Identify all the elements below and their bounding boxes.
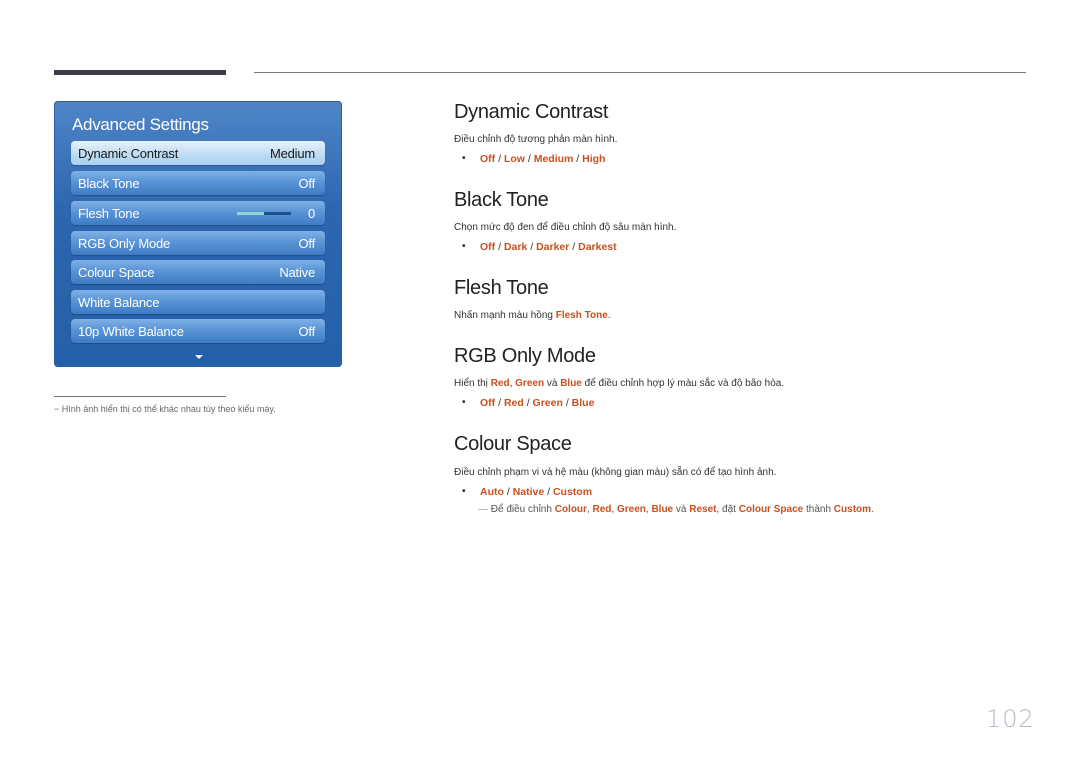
footnote: − Hình ảnh hiển thị có thể khác nhau tùy… (54, 404, 276, 414)
menu-title: Advanced Settings (72, 115, 209, 134)
footnote-rule (54, 396, 226, 397)
menu-item-label: White Balance (78, 295, 160, 310)
option: Red (503, 397, 524, 409)
section-colour-space: Colour Space Điều chỉnh phạm vi và hệ mà… (454, 433, 874, 515)
section-title: RGB Only Mode (454, 345, 596, 367)
bullet: • (462, 241, 466, 252)
menu-item-label: 10p White Balance (78, 324, 184, 339)
section-description: Điều chỉnh độ tương phản màn hình. (454, 134, 618, 145)
menu-item-value: 0 (307, 206, 315, 221)
bullet: • (462, 153, 466, 164)
menu-item-flesh-tone[interactable]: Flesh Tone 0 (71, 201, 325, 225)
menu-item-10p-white-balance[interactable]: 10p White Balance Off (71, 319, 325, 343)
menu-item-black-tone[interactable]: Black Tone Off (71, 171, 325, 195)
section-title: Black Tone (454, 189, 549, 211)
section-description: Hiển thị Red, Green và Blue để điều chỉn… (454, 378, 785, 389)
option: Off (480, 153, 496, 165)
menu-item-label: RGB Only Mode (78, 236, 171, 251)
option: Darker (536, 241, 570, 253)
menu-item-rgb-only-mode[interactable]: RGB Only Mode Off (71, 231, 325, 255)
section-title: Colour Space (454, 433, 572, 455)
option: Off (480, 397, 496, 409)
menu-item-label: Colour Space (78, 265, 155, 280)
option-list: • Auto / Native / Custom (462, 486, 593, 498)
option: Green (532, 397, 563, 409)
header-rule-thin (254, 72, 1026, 73)
option-list: • Off / Red / Green / Blue (462, 397, 595, 409)
option-list: • Off / Dark / Darker / Darkest (462, 241, 617, 253)
section-title: Flesh Tone (454, 277, 549, 299)
header-rule-thick (54, 70, 226, 75)
menu-item-value: Medium (269, 146, 315, 161)
slider-fill (237, 212, 264, 215)
menu-item-value: Native (279, 265, 315, 280)
option-list: • Off / Low / Medium / High (462, 153, 606, 165)
section-description: Điều chỉnh phạm vi và hệ màu (không gian… (454, 467, 777, 478)
section-black-tone: Black Tone Chọn mức độ đen để điều chỉnh… (454, 189, 676, 253)
section-description: Chọn mức độ đen để điều chỉnh độ sâu màn… (454, 222, 677, 233)
option: Low (503, 153, 525, 165)
colour-space-note: ― Để điều chỉnh Colour, Red, Green, Blue… (478, 504, 874, 515)
menu-item-value: Off (298, 236, 315, 251)
menu-item-white-balance[interactable]: White Balance (71, 290, 325, 314)
advanced-settings-menu: Advanced Settings Dynamic Contrast Mediu… (54, 101, 342, 367)
option: Custom (552, 486, 593, 498)
option: Native (512, 486, 545, 498)
menu-item-label: Black Tone (78, 176, 140, 191)
option: High (582, 153, 606, 165)
menu-item-value: Off (298, 176, 315, 191)
bullet: • (462, 397, 466, 408)
bullet: • (462, 486, 466, 497)
option: Dark (503, 241, 528, 253)
page-number: 102 (986, 705, 1035, 733)
section-rgb-only-mode: RGB Only Mode Hiển thị Red, Green và Blu… (454, 345, 784, 409)
option: Medium (533, 153, 574, 165)
section-title: Dynamic Contrast (454, 101, 609, 123)
menu-item-value: Off (298, 324, 315, 339)
option: Auto (480, 486, 504, 498)
menu-item-label: Flesh Tone (78, 206, 140, 221)
section-flesh-tone: Flesh Tone Nhấn mạnh màu hồng Flesh Tone… (454, 277, 611, 321)
menu-item-dynamic-contrast[interactable]: Dynamic Contrast Medium (71, 141, 325, 165)
menu-item-label: Dynamic Contrast (78, 146, 179, 161)
flesh-tone-slider[interactable] (237, 212, 291, 215)
option: Darkest (578, 241, 617, 253)
section-dynamic-contrast: Dynamic Contrast Điều chỉnh độ tương phả… (454, 101, 617, 165)
section-description: Nhấn mạnh màu hồng Flesh Tone. (454, 310, 611, 321)
option: Off (480, 241, 496, 253)
scroll-down-arrow-icon[interactable] (195, 355, 203, 359)
menu-item-colour-space[interactable]: Colour Space Native (71, 260, 325, 284)
option: Blue (571, 397, 595, 409)
